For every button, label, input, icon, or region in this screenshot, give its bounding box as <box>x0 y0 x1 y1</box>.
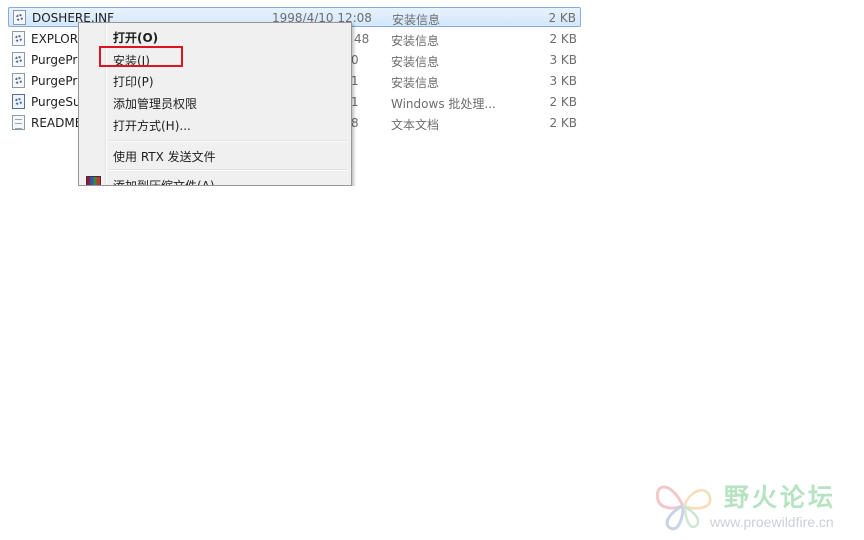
file-name: README <box>31 116 83 130</box>
file-size: 2 KB <box>549 32 577 46</box>
file-size: 3 KB <box>549 74 577 88</box>
inf-file-icon <box>12 31 25 46</box>
annotation-highlight-box <box>99 46 183 67</box>
menu-item-label: 打开(O) <box>113 31 159 45</box>
file-name: PurgeSu <box>31 95 81 109</box>
inf-file-icon <box>12 73 25 88</box>
menu-item-open[interactable]: 打开(O) <box>81 25 349 46</box>
menu-item-label: 添加到压缩文件(A) <box>113 179 215 186</box>
file-type: 安装信息 <box>391 76 440 90</box>
batch-file-icon <box>12 94 25 109</box>
file-size: 2 KB <box>549 116 577 130</box>
inf-file-icon <box>12 52 25 67</box>
menu-separator <box>109 140 347 142</box>
file-list: DOSHERE.INF 1998/4/10 12:08 安装信息 2 KB EX… <box>0 0 592 186</box>
winrar-icon <box>86 176 101 185</box>
file-date: 1 <box>351 74 359 88</box>
file-type: Windows 批处理... <box>391 97 496 111</box>
file-date: 8 <box>351 116 359 130</box>
file-name: PurgePr <box>31 74 78 88</box>
menu-item-label: 打印(P) <box>113 75 154 89</box>
file-size: 2 KB <box>548 11 576 25</box>
watermark: 野火论坛 www.proewildfire.cn <box>652 474 864 540</box>
file-name: EXPLOR <box>31 32 79 46</box>
file-type: 安装信息 <box>391 34 440 48</box>
file-type: 安装信息 <box>392 13 441 27</box>
file-type: 文本文档 <box>391 118 440 132</box>
butterfly-logo-icon <box>655 485 712 531</box>
menu-item-label: 使用 RTX 发送文件 <box>113 150 216 164</box>
file-size: 3 KB <box>549 53 577 67</box>
file-date: 48 <box>354 32 370 46</box>
menu-item-print[interactable]: 打印(P) <box>81 69 349 90</box>
file-date: 0 <box>351 53 359 67</box>
file-type: 安装信息 <box>391 55 440 69</box>
text-file-icon <box>12 115 25 130</box>
file-name: PurgePr <box>31 53 78 67</box>
watermark-url: www.proewildfire.cn <box>710 514 834 530</box>
menu-item-open-with[interactable]: 打开方式(H)... <box>81 113 349 134</box>
menu-item-label: 添加管理员权限 <box>113 97 198 111</box>
menu-item-send-via-rtx[interactable]: 使用 RTX 发送文件 <box>81 144 349 165</box>
menu-item-label: 打开方式(H)... <box>113 119 191 133</box>
menu-separator <box>109 169 347 171</box>
watermark-title: 野火论坛 <box>724 483 837 512</box>
menu-item-add-to-archive[interactable]: 添加到压缩文件(A) <box>81 173 349 186</box>
inf-file-icon <box>13 10 26 25</box>
menu-item-add-admin-rights[interactable]: 添加管理员权限 <box>81 91 349 112</box>
file-size: 2 KB <box>549 95 577 109</box>
file-date: 1 <box>351 95 359 109</box>
